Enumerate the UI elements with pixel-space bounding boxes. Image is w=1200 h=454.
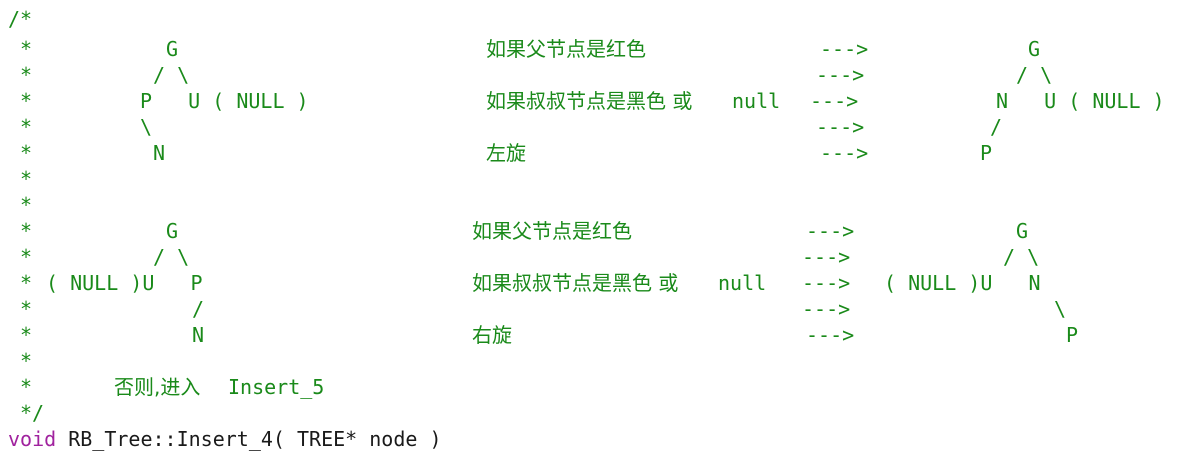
- tree-branch: \: [1054, 297, 1067, 321]
- arrow: --->: [820, 37, 869, 61]
- comment-star: *: [20, 193, 33, 217]
- tree-branch: \: [140, 115, 153, 139]
- node-g: G: [166, 37, 179, 61]
- comment-star: *: [20, 37, 33, 61]
- tree-branch: / \: [1003, 245, 1040, 269]
- node-p: P: [980, 141, 993, 165]
- arrow: --->: [816, 115, 865, 139]
- desc-rotate-left: 左旋: [486, 141, 526, 165]
- comment-star: *: [20, 323, 33, 347]
- node-g: G: [166, 219, 179, 243]
- arrow: --->: [820, 141, 869, 165]
- tree-row: P U ( NULL ): [140, 89, 309, 113]
- tree-branch: /: [192, 297, 205, 321]
- arrow: --->: [806, 323, 855, 347]
- comment-open: /*: [8, 7, 33, 31]
- arrow: --->: [810, 89, 859, 113]
- keyword-void: void: [8, 427, 57, 451]
- comment-star: *: [20, 219, 33, 243]
- tree-branch: / \: [153, 63, 190, 87]
- tree-row: ( NULL )U N: [884, 271, 1041, 295]
- comment-star: *: [20, 63, 33, 87]
- comment-star: *: [20, 297, 33, 321]
- node-n: N: [192, 323, 205, 347]
- desc-parent-red: 如果父节点是红色: [472, 219, 632, 243]
- comment-close: */: [20, 401, 45, 425]
- comment-star: *: [20, 141, 33, 165]
- tree-branch: / \: [1016, 63, 1053, 87]
- desc-uncle-black: 如果叔叔节点是黑色 或: [486, 89, 693, 113]
- arrow: --->: [806, 219, 855, 243]
- comment-star: *: [20, 375, 33, 399]
- tree-branch: /: [990, 115, 1003, 139]
- desc-uncle-black: 如果叔叔节点是黑色 或: [472, 271, 679, 295]
- desc-null: null: [718, 271, 767, 295]
- function-name: RB_Tree::Insert_4( TREE* node ): [68, 427, 442, 451]
- node-g: G: [1016, 219, 1029, 243]
- tree-row: N U ( NULL ): [996, 89, 1165, 113]
- tree-row: ( NULL )U P: [46, 271, 203, 295]
- comment-star: *: [20, 115, 33, 139]
- comment-star: *: [20, 271, 33, 295]
- desc-rotate-right: 右旋: [472, 323, 512, 347]
- else-text: 否则,进入: [114, 375, 201, 399]
- else-target: Insert_5: [228, 375, 325, 399]
- comment-star: *: [20, 89, 33, 113]
- comment-star: *: [20, 349, 33, 373]
- node-g: G: [1028, 37, 1041, 61]
- tree-branch: / \: [153, 245, 190, 269]
- node-p: P: [1066, 323, 1079, 347]
- comment-star: *: [20, 245, 33, 269]
- arrow: --->: [816, 63, 865, 87]
- desc-parent-red: 如果父节点是红色: [486, 37, 646, 61]
- arrow: --->: [802, 245, 851, 269]
- arrow: --->: [802, 297, 851, 321]
- desc-null: null: [732, 89, 781, 113]
- node-n: N: [153, 141, 166, 165]
- comment-star: *: [20, 167, 33, 191]
- arrow: --->: [802, 271, 851, 295]
- function-signature: void RB_Tree::Insert_4( TREE* node ): [8, 426, 442, 452]
